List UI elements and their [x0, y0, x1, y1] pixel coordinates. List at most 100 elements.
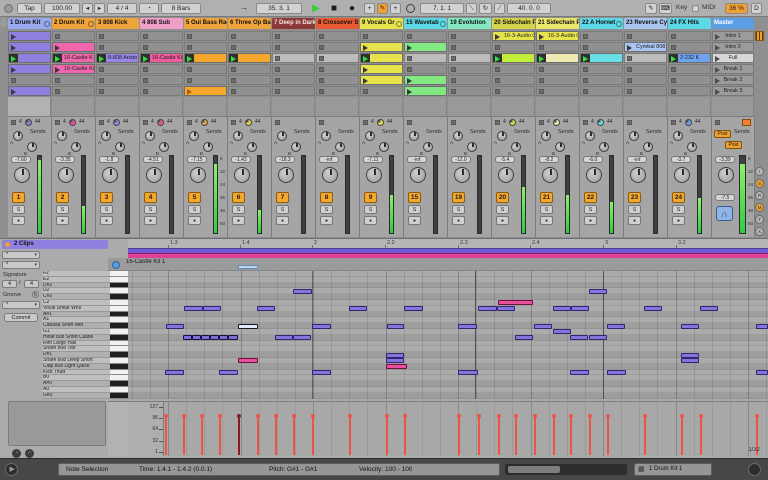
velocity-stem[interactable] — [644, 416, 646, 455]
groove-refresh-icon[interactable]: ↻ — [32, 291, 39, 298]
clip-slot-empty[interactable] — [52, 31, 95, 41]
pan-knob[interactable] — [410, 167, 426, 183]
clip-slot-empty[interactable] — [272, 64, 315, 74]
midi-note[interactable] — [404, 306, 423, 312]
clip-slot-empty[interactable] — [580, 75, 623, 85]
clip-slot-empty[interactable] — [316, 75, 359, 85]
track-activator-button[interactable]: 4 — [144, 192, 157, 203]
velocity-stem[interactable] — [386, 416, 388, 455]
velocity-stem-handle[interactable] — [385, 414, 389, 419]
velocity-stem[interactable] — [165, 416, 167, 455]
clip-stop-icon[interactable] — [583, 34, 588, 39]
midi-note[interactable] — [228, 335, 238, 341]
unfold-track-icon[interactable] — [616, 20, 622, 27]
velocity-stem[interactable] — [312, 416, 314, 455]
view-toggle-r[interactable]: R — [755, 191, 764, 200]
clip-play-icon[interactable] — [187, 89, 192, 95]
clip-stop-all-icon[interactable] — [275, 120, 280, 125]
velocity-stem[interactable] — [681, 416, 683, 455]
arm-button[interactable]: ● — [320, 216, 333, 225]
clip-slot-empty[interactable] — [228, 86, 271, 96]
commit-button[interactable]: Commit — [4, 313, 38, 322]
midi-note[interactable] — [312, 323, 331, 329]
clip-stop-icon[interactable] — [495, 89, 500, 94]
clip-play-icon[interactable] — [583, 55, 588, 62]
groove-menu[interactable]: * ▾ — [2, 301, 40, 309]
midi-note[interactable] — [219, 335, 228, 341]
clip-slot-empty[interactable] — [580, 64, 623, 74]
piano-key[interactable] — [110, 392, 128, 399]
volume-value-field[interactable]: -5.4 — [495, 156, 515, 163]
velocity-stem[interactable] — [553, 416, 555, 455]
solo-button[interactable]: S — [100, 205, 113, 214]
arm-button[interactable]: ● — [408, 216, 421, 225]
help-button[interactable] — [748, 463, 761, 476]
clip-lane-note[interactable] — [238, 265, 258, 269]
clip-slot-empty[interactable] — [360, 86, 403, 96]
clip-stop-all-icon[interactable] — [143, 120, 148, 125]
clip-slot-filled[interactable] — [536, 53, 579, 63]
track-header-20[interactable]: 20 Sidechain Pad — [492, 18, 535, 29]
solo-button[interactable]: S — [320, 205, 333, 214]
midi-note[interactable] — [387, 323, 404, 329]
track-header-8[interactable]: 8 Crossover Sy — [316, 18, 359, 29]
clip-stop-icon[interactable] — [583, 67, 588, 72]
send-a-knob[interactable] — [541, 131, 551, 141]
track-activator-button[interactable]: 23 — [628, 192, 641, 203]
beat-time-ruler[interactable]: 1.3 1.4 2 2.2 2.3 2.4 3 3.2 — [128, 239, 768, 248]
velocity-stem-handle[interactable] — [680, 414, 684, 419]
clip-playing-indicator[interactable] — [581, 54, 590, 62]
scene-slot-break-3[interactable]: Break 3 — [712, 86, 754, 96]
track-header-7[interactable]: 7 Deep in Dark — [272, 18, 315, 29]
clip-slot-filled[interactable] — [404, 86, 447, 96]
clip-stop-icon[interactable] — [99, 45, 104, 50]
clip-slot-empty[interactable] — [448, 42, 491, 52]
clip-stop-icon[interactable] — [319, 56, 324, 61]
clip-slot-filled[interactable] — [8, 31, 51, 41]
clip-play-icon[interactable] — [55, 67, 60, 73]
clip-slot-filled[interactable]: Cymbal 808 WX — [624, 42, 667, 52]
clip-slot-empty[interactable] — [624, 75, 667, 85]
midi-note[interactable] — [756, 370, 768, 375]
pan-knob[interactable] — [454, 167, 470, 183]
solo-button[interactable]: S — [452, 205, 465, 214]
velocity-stem-handle[interactable] — [533, 414, 537, 419]
midi-note[interactable] — [165, 370, 184, 375]
clip-stop-all-icon[interactable] — [231, 120, 236, 125]
clip-stop-icon[interactable] — [319, 67, 324, 72]
midi-note[interactable] — [293, 335, 311, 341]
clip-stop-icon[interactable] — [319, 89, 324, 94]
clip-slot-filled[interactable]: 16-Castle Ki — [52, 64, 95, 74]
midi-note[interactable] — [478, 306, 497, 312]
velocity-stem-handle[interactable] — [552, 414, 556, 419]
unfold-track-icon[interactable] — [88, 20, 94, 27]
velocity-stem[interactable] — [607, 416, 609, 455]
clip-stop-all-icon[interactable] — [55, 120, 60, 125]
send-a-knob[interactable] — [13, 131, 23, 141]
pan-knob[interactable] — [190, 167, 206, 183]
track-activator-button[interactable]: 15 — [408, 192, 421, 203]
track-activator-button[interactable]: 7 — [276, 192, 289, 203]
volume-value-field[interactable]: -6.0 — [583, 156, 603, 163]
clip-activator-icon[interactable] — [5, 242, 10, 247]
clip-play-icon[interactable] — [55, 45, 60, 51]
record-button[interactable]: ● — [344, 2, 360, 15]
clip-slot-empty[interactable] — [580, 86, 623, 96]
clip-slot-filled[interactable] — [492, 53, 535, 63]
volume-value-field[interactable]: -7.60 — [11, 156, 31, 163]
velocity-lane[interactable]: 127 96 64 32 1 1/32 — [128, 400, 768, 456]
clip-slot-empty[interactable] — [624, 86, 667, 96]
midi-note[interactable] — [589, 335, 607, 341]
clip-stop-icon[interactable] — [231, 67, 236, 72]
clip-stop-all-icon[interactable] — [715, 120, 720, 125]
clip-stop-icon[interactable] — [187, 78, 192, 83]
midi-note[interactable] — [681, 358, 699, 364]
clip-stop-icon[interactable] — [143, 45, 148, 50]
velocity-stem-handle[interactable] — [403, 414, 407, 419]
clip-stop-all-icon[interactable] — [583, 120, 588, 125]
velocity-stem[interactable] — [534, 416, 536, 455]
view-toggle-i[interactable]: I — [755, 167, 764, 176]
clip-stop-icon[interactable] — [539, 78, 544, 83]
clip-play-icon[interactable] — [495, 34, 500, 40]
clip-slot-empty[interactable] — [536, 64, 579, 74]
